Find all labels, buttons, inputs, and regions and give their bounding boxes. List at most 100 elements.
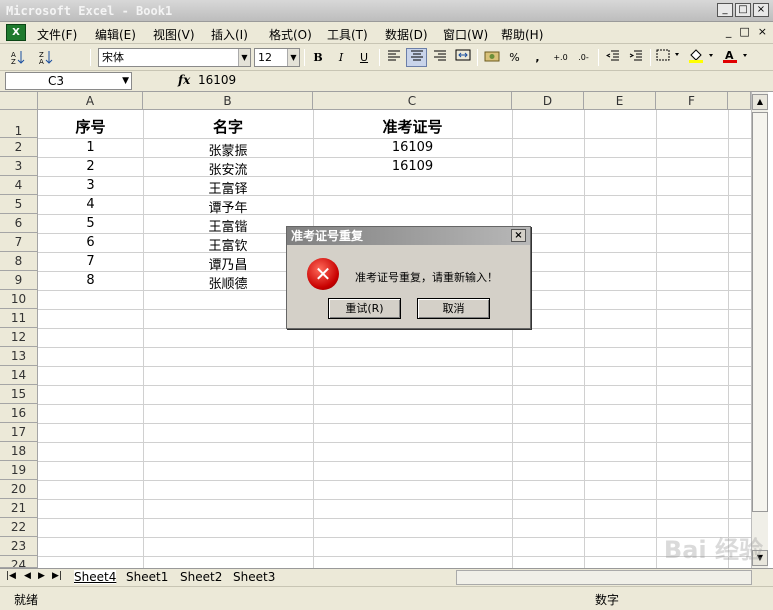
merge-center-icon[interactable] [452, 48, 473, 67]
name-box[interactable]: C3 ▼ [5, 72, 132, 90]
scroll-thumb[interactable] [752, 112, 768, 512]
column-header-d[interactable]: D [512, 92, 584, 110]
minimize-button[interactable]: _ [717, 3, 733, 17]
increase-indent-icon[interactable] [625, 48, 646, 67]
row-header[interactable]: 12 [0, 328, 38, 347]
menu-view[interactable]: 视图(V) [153, 26, 195, 43]
select-all-corner[interactable] [0, 92, 38, 110]
menu-edit[interactable]: 编辑(E) [95, 26, 136, 43]
row-header[interactable]: 1 [0, 110, 38, 138]
comma-style-button[interactable]: , [527, 48, 548, 67]
column-header-b[interactable]: B [143, 92, 313, 110]
cell-a1[interactable]: 序号 [38, 116, 143, 137]
dialog-close-button[interactable]: × [511, 229, 526, 242]
row-header[interactable]: 5 [0, 195, 38, 214]
cell-a6[interactable]: 5 [38, 216, 143, 231]
cell-a2[interactable]: 1 [38, 140, 143, 155]
chevron-down-icon[interactable]: ▼ [287, 49, 299, 66]
vertical-scrollbar[interactable]: ▲ ▼ [751, 92, 768, 568]
row-header[interactable]: 13 [0, 347, 38, 366]
cell-b1[interactable]: 名字 [143, 116, 313, 137]
cell-b3[interactable]: 张安流 [143, 159, 313, 178]
doc-minimize-button[interactable]: _ [726, 25, 732, 38]
prev-sheet-icon[interactable]: ◀ [24, 571, 31, 581]
row-header[interactable]: 17 [0, 423, 38, 442]
menu-window[interactable]: 窗口(W) [443, 26, 488, 43]
retry-button[interactable]: 重试(R) [328, 298, 401, 319]
column-header-f[interactable]: F [656, 92, 728, 110]
row-header[interactable]: 22 [0, 518, 38, 537]
font-size-select[interactable]: 12 ▼ [254, 48, 300, 67]
font-name-select[interactable]: 宋体 ▼ [98, 48, 251, 67]
row-header[interactable]: 18 [0, 442, 38, 461]
decrease-indent-icon[interactable] [602, 48, 623, 67]
insert-function-icon[interactable]: fx [178, 73, 190, 87]
excel-app-icon[interactable]: X [6, 24, 26, 41]
cell-c3[interactable]: 16109 [313, 159, 512, 174]
underline-button[interactable]: U [354, 48, 374, 67]
cell-c2[interactable]: 16109 [313, 140, 512, 155]
row-header[interactable]: 3 [0, 157, 38, 176]
column-header-e[interactable]: E [584, 92, 656, 110]
row-header[interactable]: 11 [0, 309, 38, 328]
align-left-icon[interactable] [383, 48, 404, 67]
column-header-a[interactable]: A [38, 92, 143, 110]
menu-format[interactable]: 格式(O) [269, 26, 312, 43]
row-header[interactable]: 8 [0, 252, 38, 271]
sheet-tab-sheet4[interactable]: Sheet4 [74, 570, 117, 584]
row-header[interactable]: 16 [0, 404, 38, 423]
last-sheet-icon[interactable]: ▶| [52, 571, 62, 581]
align-right-icon[interactable] [429, 48, 450, 67]
chevron-down-icon[interactable]: ▼ [122, 73, 129, 89]
cell-a9[interactable]: 8 [38, 273, 143, 288]
menu-data[interactable]: 数据(D) [385, 26, 428, 43]
row-header[interactable]: 19 [0, 461, 38, 480]
menu-file[interactable]: 文件(F) [37, 26, 77, 43]
increase-decimal-button[interactable]: +.0 [550, 48, 571, 67]
sheet-tab-sheet2[interactable]: Sheet2 [180, 570, 222, 584]
cell-a5[interactable]: 4 [38, 197, 143, 212]
scroll-up-icon[interactable]: ▲ [752, 94, 768, 110]
row-header[interactable]: 21 [0, 499, 38, 518]
borders-icon[interactable] [654, 48, 684, 67]
cancel-button[interactable]: 取消 [417, 298, 490, 319]
cell-b5[interactable]: 谭予年 [143, 197, 313, 216]
decrease-decimal-button[interactable]: .0- [573, 48, 594, 67]
italic-button[interactable]: I [331, 48, 351, 67]
row-header[interactable]: 2 [0, 138, 38, 157]
cell-a4[interactable]: 3 [38, 178, 143, 193]
worksheet-grid[interactable]: A B C D E F 1 2 3 4 5 6 7 8 9 10 11 12 1… [0, 92, 773, 568]
cell-b4[interactable]: 王富铎 [143, 178, 313, 197]
row-header[interactable]: 14 [0, 366, 38, 385]
cell-b2[interactable]: 张蒙振 [143, 140, 313, 159]
align-center-icon[interactable] [406, 48, 427, 67]
maximize-button[interactable]: □ [735, 3, 751, 17]
sheet-tab-sheet3[interactable]: Sheet3 [233, 570, 275, 584]
percent-button[interactable]: % [504, 48, 525, 67]
currency-icon[interactable] [481, 48, 502, 67]
column-header-c[interactable]: C [313, 92, 512, 110]
sort-ascending-icon[interactable]: AZ [8, 48, 28, 67]
row-header[interactable]: 7 [0, 233, 38, 252]
menu-tools[interactable]: 工具(T) [327, 26, 368, 43]
first-sheet-icon[interactable]: |◀ [6, 571, 16, 581]
cell-a7[interactable]: 6 [38, 235, 143, 250]
doc-close-button[interactable]: × [758, 25, 767, 38]
bold-button[interactable]: B [308, 48, 328, 67]
row-header[interactable]: 23 [0, 537, 38, 556]
row-header[interactable]: 6 [0, 214, 38, 233]
cell-c1[interactable]: 准考证号 [313, 116, 512, 137]
row-header[interactable]: 10 [0, 290, 38, 309]
column-header-g[interactable] [728, 92, 751, 110]
row-header[interactable]: 20 [0, 480, 38, 499]
cell-a8[interactable]: 7 [38, 254, 143, 269]
close-button[interactable]: × [753, 3, 769, 17]
menu-help[interactable]: 帮助(H) [501, 26, 543, 43]
row-header[interactable]: 24 [0, 556, 38, 568]
font-color-icon[interactable]: A [720, 48, 752, 67]
row-header[interactable]: 9 [0, 271, 38, 290]
sheet-tab-sheet1[interactable]: Sheet1 [126, 570, 168, 584]
menu-insert[interactable]: 插入(I) [211, 26, 248, 43]
formula-input[interactable]: 16109 [198, 73, 236, 87]
cell-a3[interactable]: 2 [38, 159, 143, 174]
